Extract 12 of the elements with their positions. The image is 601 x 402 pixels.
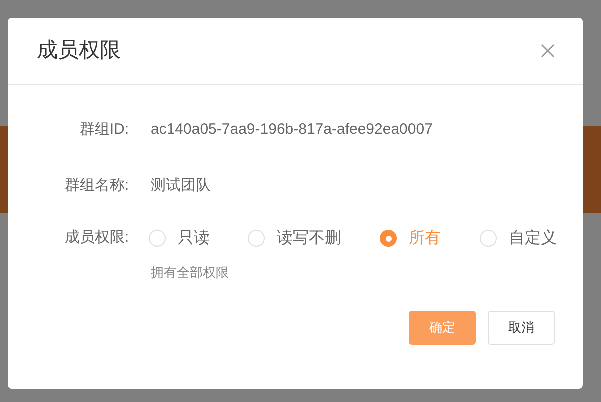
dialog-title: 成员权限	[37, 38, 121, 64]
field-value: 测试团队	[151, 176, 211, 196]
close-icon[interactable]	[541, 44, 555, 58]
field-value: ac140a05-7aa9-196b-817a-afee92ea0007	[151, 120, 433, 140]
permission-hint: 拥有全部权限	[151, 264, 230, 282]
field-label: 群组ID:	[78, 120, 129, 140]
permission-radio[interactable]: 自定义	[480, 226, 560, 250]
permission-radio[interactable]: 只读	[149, 226, 248, 250]
permission-radio[interactable]: 读写不删	[248, 226, 380, 250]
field-label: 群组名称:	[64, 176, 129, 196]
field-label: 成员权限:	[64, 228, 129, 248]
cancel-button[interactable]: 取消	[488, 310, 555, 344]
